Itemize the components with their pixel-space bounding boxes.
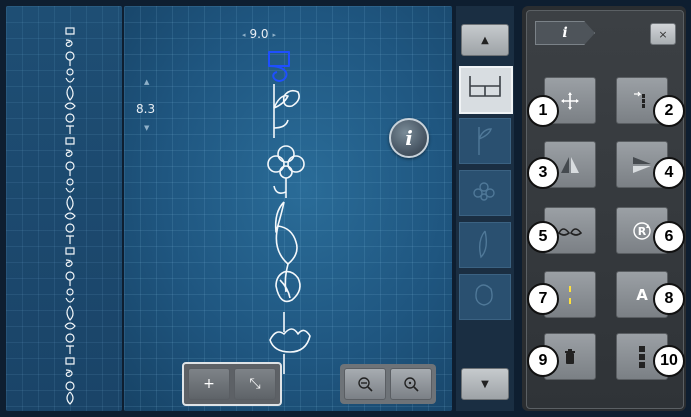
width-left-arrow-icon: ◂ bbox=[241, 30, 246, 39]
pattern-tile-4[interactable] bbox=[459, 222, 511, 268]
pattern-b-icon bbox=[469, 76, 501, 97]
scroll-down-button[interactable]: ▼ bbox=[461, 368, 509, 400]
stitch-canvas[interactable]: ◂ 9.0 ▸ ▲ 8.3 ▼ i + ⤡ bbox=[124, 6, 452, 411]
stitch-width-value: 9.0 bbox=[249, 27, 269, 41]
length-up-arrow-icon: ▲ bbox=[144, 78, 150, 86]
pan-add-icon: + bbox=[203, 376, 215, 392]
pattern-preview-strip bbox=[6, 6, 122, 411]
sewing-machine-screen: ◂ 9.0 ▸ ▲ 8.3 ▼ i + ⤡ ▲ ▼ i × R A 1 2 3 … bbox=[0, 0, 691, 417]
zoom-out-icon bbox=[358, 377, 373, 392]
pan-expand-button[interactable]: ⤡ bbox=[234, 368, 276, 400]
pattern-flower-icon bbox=[473, 182, 495, 201]
pattern-repeat-icon: R bbox=[633, 221, 651, 240]
pattern-bud-icon bbox=[475, 284, 493, 306]
pattern-tile-3[interactable] bbox=[459, 170, 511, 216]
stitch-length-icon bbox=[569, 285, 571, 304]
info-tab[interactable]: i bbox=[535, 21, 595, 45]
pattern-tile-2[interactable] bbox=[459, 118, 511, 164]
edit-panel: i × R A 1 2 3 4 5 6 7 8 9 10 bbox=[522, 6, 686, 411]
pattern-tile-selected[interactable] bbox=[459, 66, 513, 114]
pattern-scroll-column: ▲ ▼ bbox=[456, 6, 514, 411]
callout-badge-6: 6 bbox=[653, 221, 685, 253]
pattern-tulip-icon bbox=[478, 127, 492, 155]
callout-badge-3: 3 bbox=[527, 157, 559, 189]
callout-badge-9: 9 bbox=[527, 345, 559, 377]
pattern-repeat-label: R bbox=[638, 225, 647, 238]
zoom-group bbox=[340, 364, 436, 404]
text-size-label: A bbox=[636, 285, 648, 304]
preview-stitch-pattern bbox=[64, 27, 76, 405]
zoom-in-icon bbox=[404, 377, 419, 392]
balance-icon bbox=[557, 227, 583, 236]
callout-badge-4: 4 bbox=[653, 157, 685, 189]
move-view-group: + ⤡ bbox=[182, 362, 282, 406]
zoom-in-button[interactable] bbox=[390, 368, 432, 400]
edit-panel-body: i × R A 1 2 3 4 5 6 7 8 9 10 bbox=[526, 10, 685, 409]
info-button-label: i bbox=[405, 126, 413, 150]
close-button[interactable]: × bbox=[650, 23, 676, 45]
width-right-arrow-icon: ▸ bbox=[272, 30, 277, 39]
pattern-leaf-icon bbox=[478, 230, 488, 259]
pattern-end-icon bbox=[639, 345, 645, 368]
stitch-width-readout: ◂ 9.0 ▸ bbox=[229, 27, 289, 41]
zoom-out-button[interactable] bbox=[344, 368, 386, 400]
close-icon: × bbox=[658, 27, 668, 41]
stitch-length-value: 8.3 bbox=[136, 102, 156, 116]
expand-arrows-icon: ⤡ bbox=[249, 376, 261, 392]
callout-badge-5: 5 bbox=[527, 221, 559, 253]
callout-badge-8: 8 bbox=[653, 283, 685, 315]
callout-badge-1: 1 bbox=[527, 95, 559, 127]
mirror-left-right-icon bbox=[561, 156, 579, 173]
mirror-up-down-icon bbox=[633, 156, 651, 173]
callout-badge-10: 10 bbox=[653, 345, 685, 377]
scroll-up-icon: ▲ bbox=[481, 34, 489, 46]
pattern-tile-5[interactable] bbox=[459, 274, 511, 320]
info-button[interactable]: i bbox=[389, 118, 429, 158]
shift-stitch-position-icon bbox=[634, 91, 645, 108]
delete-icon bbox=[565, 348, 575, 364]
scroll-up-button[interactable]: ▲ bbox=[461, 24, 509, 56]
stitch-length-readout: 8.3 bbox=[136, 102, 155, 116]
callout-badge-2: 2 bbox=[653, 95, 685, 127]
move-crosshair-icon bbox=[561, 91, 579, 110]
pan-add-button[interactable]: + bbox=[188, 368, 230, 400]
callout-badge-7: 7 bbox=[527, 283, 559, 315]
length-down-arrow-icon: ▼ bbox=[144, 124, 150, 132]
scroll-down-icon: ▼ bbox=[481, 378, 489, 390]
info-tab-label: i bbox=[562, 25, 568, 41]
stitch-pattern-motif bbox=[267, 51, 311, 374]
